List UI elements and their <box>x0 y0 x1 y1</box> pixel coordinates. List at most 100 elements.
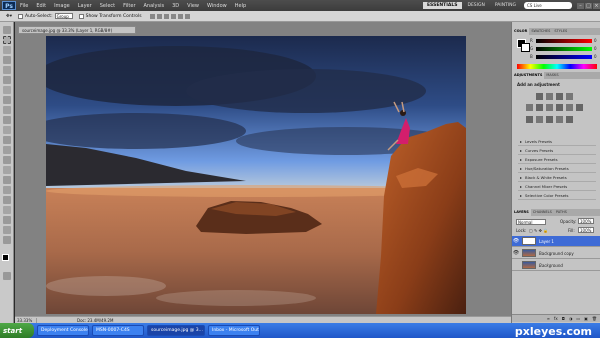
fill-field[interactable]: 100% <box>578 227 594 233</box>
visibility-eye-icon[interactable]: 👁 <box>512 238 520 244</box>
tab-channels[interactable]: CHANNELS <box>531 209 554 216</box>
menu-window[interactable]: Window <box>203 3 231 9</box>
preset-selective-color[interactable]: Selective Color Presets <box>518 192 596 200</box>
image-canvas[interactable] <box>46 36 466 314</box>
auto-select-option[interactable]: Auto-Select: Group <box>18 13 73 19</box>
history-brush-tool-icon[interactable] <box>3 116 11 124</box>
add-mask-icon[interactable]: ◘ <box>562 316 565 321</box>
align-middle-icon[interactable] <box>156 13 162 19</box>
shape-tool-icon[interactable] <box>3 196 11 204</box>
menu-3d[interactable]: 3D <box>168 3 183 9</box>
menu-layer[interactable]: Layer <box>74 3 96 9</box>
red-value[interactable]: 0 <box>594 38 597 43</box>
preset-channel-mixer[interactable]: Channel Mixer Presets <box>518 183 596 191</box>
menu-view[interactable]: View <box>183 3 203 9</box>
quick-mask-icon[interactable] <box>3 272 11 280</box>
document-tab[interactable]: sourceimage.jpg @ 33.3% (Layer 1, RGB/8#… <box>18 26 136 34</box>
healing-brush-tool-icon[interactable] <box>3 86 11 94</box>
auto-select-checkbox[interactable] <box>18 13 24 19</box>
preset-levels[interactable]: Levels Presets <box>518 138 596 146</box>
photo-filter-icon[interactable] <box>566 104 573 111</box>
hand-tool-icon[interactable] <box>3 226 11 234</box>
move-tool-icon[interactable] <box>3 26 11 34</box>
layer-style-icon[interactable]: fx <box>554 316 558 321</box>
taskbar-item-deployment-console[interactable]: Deployment Console <box>37 325 89 336</box>
new-adjustment-icon[interactable]: ◑ <box>569 316 573 321</box>
transform-controls-checkbox[interactable] <box>78 13 84 19</box>
eyedropper-tool-icon[interactable] <box>3 76 11 84</box>
clone-stamp-tool-icon[interactable] <box>3 106 11 114</box>
blend-mode-dropdown[interactable]: Normal <box>516 219 546 225</box>
tab-paths[interactable]: PATHS <box>554 209 569 216</box>
taskbar-item-outlook[interactable]: Inbox - Microsoft Out... <box>208 325 260 336</box>
lock-icons[interactable]: ▢ ✎ ✥ 🔒 <box>529 228 548 233</box>
tab-swatches[interactable]: SWATCHES <box>529 28 552 35</box>
zoom-tool-icon[interactable] <box>3 236 11 244</box>
gradient-tool-icon[interactable] <box>3 136 11 144</box>
workspace-design[interactable]: DESIGN <box>464 2 489 9</box>
align-center-icon[interactable] <box>177 13 183 19</box>
invert-icon[interactable] <box>526 116 533 123</box>
crop-tool-icon[interactable] <box>3 66 11 74</box>
tab-layers[interactable]: LAYERS <box>512 209 531 216</box>
transform-controls-option[interactable]: Show Transform Controls <box>78 13 142 19</box>
hue-saturation-icon[interactable] <box>536 104 543 111</box>
foreground-color-swatch[interactable] <box>2 254 9 261</box>
tab-styles[interactable]: STYLES <box>552 28 569 35</box>
gradient-map-icon[interactable] <box>556 116 563 123</box>
auto-select-dropdown[interactable]: Group <box>54 13 73 19</box>
layer-row-layer-1[interactable]: 👁 Layer 1 <box>512 236 600 247</box>
align-right-icon[interactable] <box>184 13 190 19</box>
dodge-tool-icon[interactable] <box>3 156 11 164</box>
opacity-field[interactable]: 100% <box>578 218 594 224</box>
brush-tool-icon[interactable] <box>3 96 11 104</box>
menu-image[interactable]: Image <box>50 3 74 9</box>
3d-orbit-tool-icon[interactable] <box>3 216 11 224</box>
black-white-icon[interactable] <box>556 104 563 111</box>
exposure-icon[interactable] <box>566 93 573 100</box>
type-tool-icon[interactable] <box>3 176 11 184</box>
blue-slider[interactable]: B <box>530 54 592 59</box>
close-icon[interactable]: × <box>593 2 600 9</box>
maximize-icon[interactable]: □ <box>585 2 592 9</box>
marquee-tool-icon[interactable] <box>3 36 11 44</box>
tab-color[interactable]: COLOR <box>512 28 530 35</box>
vibrance-icon[interactable] <box>526 104 533 111</box>
preset-exposure[interactable]: Exposure Presets <box>518 156 596 164</box>
menu-edit[interactable]: Edit <box>32 3 50 9</box>
eraser-tool-icon[interactable] <box>3 126 11 134</box>
link-layers-icon[interactable]: ∞ <box>547 316 550 321</box>
posterize-icon[interactable] <box>536 116 543 123</box>
color-background-swatch[interactable] <box>521 43 530 52</box>
color-spectrum-bar[interactable] <box>517 64 597 69</box>
pen-tool-icon[interactable] <box>3 166 11 174</box>
tab-adjustments[interactable]: ADJUSTMENTS <box>512 72 545 79</box>
zoom-level[interactable]: 33.33% <box>15 317 37 323</box>
quick-selection-tool-icon[interactable] <box>3 56 11 64</box>
green-slider[interactable]: G <box>530 46 592 51</box>
workspace-painting[interactable]: PAINTING <box>491 2 520 9</box>
align-top-icon[interactable] <box>149 13 155 19</box>
color-balance-icon[interactable] <box>546 104 553 111</box>
curves-icon[interactable] <box>556 93 563 100</box>
delete-layer-icon[interactable]: 🗑 <box>592 316 597 321</box>
layer-row-background-copy[interactable]: 👁 Background copy <box>512 248 600 259</box>
start-button[interactable]: start <box>0 323 34 338</box>
path-selection-tool-icon[interactable] <box>3 186 11 194</box>
menu-help[interactable]: Help <box>231 3 250 9</box>
menu-select[interactable]: Select <box>96 3 119 9</box>
3d-rotate-tool-icon[interactable] <box>3 206 11 214</box>
cs-live-button[interactable]: CS Live <box>524 2 572 9</box>
minimize-icon[interactable]: – <box>577 2 584 9</box>
threshold-icon[interactable] <box>546 116 553 123</box>
align-left-icon[interactable] <box>170 13 176 19</box>
new-group-icon[interactable]: ▭ <box>576 316 580 321</box>
menu-analysis[interactable]: Analysis <box>140 3 169 9</box>
tab-masks[interactable]: MASKS <box>544 72 560 79</box>
align-bottom-icon[interactable] <box>163 13 169 19</box>
lasso-tool-icon[interactable] <box>3 46 11 54</box>
taskbar-item-photoshop[interactable]: sourceimage.jpg @ 3... <box>147 325 205 336</box>
taskbar-item-msn[interactable]: MSN-0007-C4S <box>92 325 144 336</box>
menu-filter[interactable]: Filter <box>119 3 139 9</box>
layer-row-background[interactable]: Background <box>512 260 600 271</box>
